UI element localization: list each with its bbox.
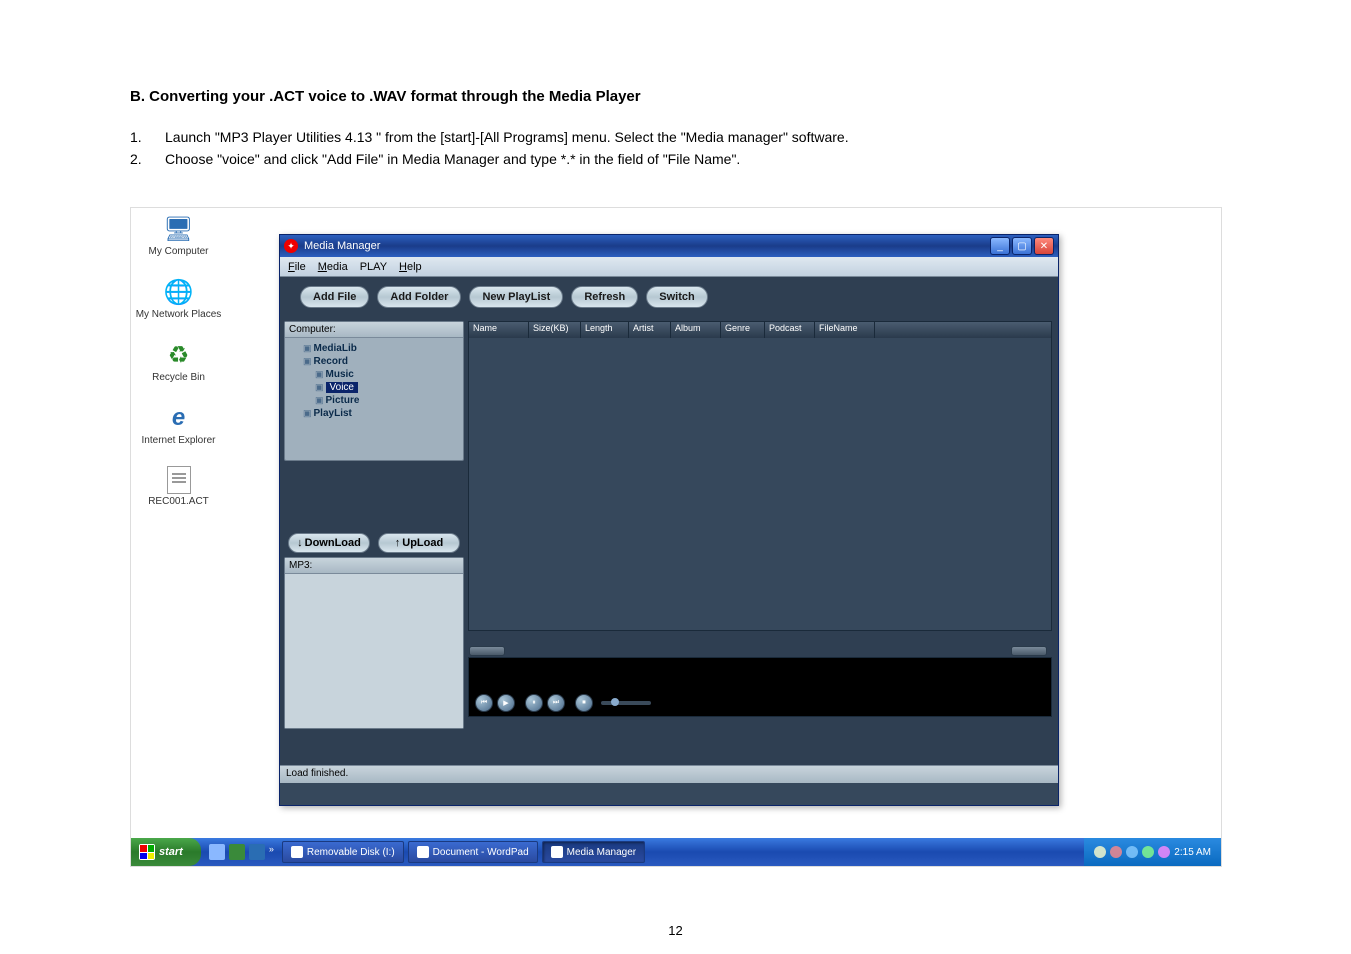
desktop-icon-my-computer[interactable]: 🖥 My Computer xyxy=(131,214,226,257)
taskbar-item-icon xyxy=(417,846,429,858)
step-text: Launch "MP3 Player Utilities 4.13 " from… xyxy=(165,129,849,145)
column-header[interactable]: Name xyxy=(469,322,529,338)
taskbar: start » Removable Disk (I:) Document - Wo… xyxy=(131,838,1221,866)
tray-icon[interactable] xyxy=(1110,846,1122,858)
add-file-button[interactable]: Add File xyxy=(300,286,369,308)
taskbar-item[interactable]: Removable Disk (I:) xyxy=(282,841,404,863)
taskbar-item-icon xyxy=(291,846,303,858)
player-bar: ⏮ ▶ ⏸ ⏭ ⏹ xyxy=(468,657,1052,717)
media-manager-window: ✦ Media Manager _ ▢ ✕ File Media PLAY He… xyxy=(279,234,1059,806)
step-1: 1. Launch "MP3 Player Utilities 4.13 " f… xyxy=(130,129,1221,145)
file-icon xyxy=(167,466,191,494)
system-tray: 2:15 AM xyxy=(1084,838,1221,866)
tree-medialib[interactable]: ▣MediaLib xyxy=(291,342,457,355)
column-header[interactable]: Album xyxy=(671,322,721,338)
windows-logo-icon xyxy=(139,844,155,860)
tray-clock: 2:15 AM xyxy=(1174,847,1211,858)
file-list-header: NameSize(KB)LengthArtistAlbumGenrePodcas… xyxy=(469,322,1051,338)
down-arrow-icon: ↓ xyxy=(297,537,303,549)
page-number: 12 xyxy=(0,923,1351,938)
taskbar-item-label: Removable Disk (I:) xyxy=(307,847,395,858)
file-list: NameSize(KB)LengthArtistAlbumGenrePodcas… xyxy=(468,321,1052,631)
computer-panel: Computer: ▣MediaLib ▣Record ▣Music ▣Voic… xyxy=(284,321,464,461)
menu-media[interactable]: Media xyxy=(318,261,348,273)
new-playlist-button[interactable]: New PlayList xyxy=(469,286,563,308)
window-titlebar[interactable]: ✦ Media Manager _ ▢ ✕ xyxy=(280,235,1058,257)
next-button[interactable]: ⏭ xyxy=(547,694,565,712)
minimize-button[interactable]: _ xyxy=(990,237,1010,255)
section-heading: B. Converting your .ACT voice to .WAV fo… xyxy=(130,88,1221,105)
embedded-screenshot: 🖥 My Computer 🌐 My Network Places ♻ Recy… xyxy=(130,207,1222,867)
step-text: Choose "voice" and click "Add File" in M… xyxy=(165,151,740,167)
folder-tree: ▣MediaLib ▣Record ▣Music ▣Voice ▣Picture… xyxy=(285,338,463,460)
taskbar-item-label: Media Manager xyxy=(567,847,636,858)
computer-icon: 🖥 xyxy=(164,214,194,244)
column-header[interactable]: Podcast xyxy=(765,322,815,338)
menu-play[interactable]: PLAY xyxy=(360,261,387,273)
column-header[interactable]: Genre xyxy=(721,322,765,338)
tree-picture[interactable]: ▣Picture xyxy=(291,394,457,407)
tray-icon[interactable] xyxy=(1126,846,1138,858)
start-button[interactable]: start xyxy=(131,838,201,866)
computer-panel-header: Computer: xyxy=(285,322,463,338)
column-header[interactable]: Size(KB) xyxy=(529,322,581,338)
desktop-icon-rec001-act[interactable]: REC001.ACT xyxy=(131,466,226,507)
taskbar-item-icon xyxy=(551,846,563,858)
taskbar-item[interactable]: Media Manager xyxy=(542,841,645,863)
step-num: 2. xyxy=(130,151,165,167)
menu-help[interactable]: Help xyxy=(399,261,422,273)
taskbar-item[interactable]: Document - WordPad xyxy=(408,841,538,863)
switch-button[interactable]: Switch xyxy=(646,286,707,308)
mp3-panel-body xyxy=(285,574,463,728)
download-button[interactable]: ↓DownLoad xyxy=(288,533,370,553)
desktop-icon-my-network-places[interactable]: 🌐 My Network Places xyxy=(131,277,226,320)
status-bar: Load finished. xyxy=(280,765,1058,783)
mp3-panel: MP3: xyxy=(284,557,464,729)
menu-bar: File Media PLAY Help xyxy=(280,257,1058,277)
play-button[interactable]: ▶ xyxy=(497,694,515,712)
tray-icon[interactable] xyxy=(1094,846,1106,858)
refresh-button[interactable]: Refresh xyxy=(571,286,638,308)
quick-launch-more[interactable]: » xyxy=(269,844,274,860)
desktop-icon-recycle-bin[interactable]: ♻ Recycle Bin xyxy=(131,340,226,383)
maximize-button[interactable]: ▢ xyxy=(1012,237,1032,255)
tree-playlist[interactable]: ▣PlayList xyxy=(291,407,457,420)
close-button[interactable]: ✕ xyxy=(1034,237,1054,255)
tray-icon[interactable] xyxy=(1142,846,1154,858)
step-2: 2. Choose "voice" and click "Add File" i… xyxy=(130,151,1221,167)
up-arrow-icon: ↑ xyxy=(395,537,401,549)
taskbar-item-label: Document - WordPad xyxy=(433,847,529,858)
player-handle-right[interactable] xyxy=(1011,646,1047,656)
tree-voice[interactable]: ▣Voice xyxy=(291,381,457,394)
tray-icon[interactable] xyxy=(1158,846,1170,858)
stop-button[interactable]: ⏹ xyxy=(575,694,593,712)
column-header[interactable]: Artist xyxy=(629,322,671,338)
ie-icon: e xyxy=(164,403,194,433)
window-title: Media Manager xyxy=(304,240,990,252)
quick-launch-icon[interactable] xyxy=(229,844,245,860)
file-list-body xyxy=(469,338,1051,630)
tree-record[interactable]: ▣Record xyxy=(291,355,457,368)
recycle-icon: ♻ xyxy=(164,340,194,370)
upload-button[interactable]: ↑UpLoad xyxy=(378,533,460,553)
toolbar: Add File Add Folder New PlayList Refresh… xyxy=(280,277,1058,317)
menu-file[interactable]: File xyxy=(288,261,306,273)
mp3-panel-header: MP3: xyxy=(285,558,463,574)
network-icon: 🌐 xyxy=(164,277,194,307)
step-num: 1. xyxy=(130,129,165,145)
desktop-icon-internet-explorer[interactable]: e Internet Explorer xyxy=(131,403,226,446)
volume-slider[interactable] xyxy=(601,701,651,705)
column-header[interactable]: FileName xyxy=(815,322,875,338)
quick-launch-icon[interactable] xyxy=(249,844,265,860)
app-icon: ✦ xyxy=(284,239,298,253)
add-folder-button[interactable]: Add Folder xyxy=(377,286,461,308)
tree-music[interactable]: ▣Music xyxy=(291,368,457,381)
column-header[interactable]: Length xyxy=(581,322,629,338)
player-handle-left[interactable] xyxy=(469,646,505,656)
windows-desktop: 🖥 My Computer 🌐 My Network Places ♻ Recy… xyxy=(131,208,1221,866)
pause-button[interactable]: ⏸ xyxy=(525,694,543,712)
quick-launch-icon[interactable] xyxy=(209,844,225,860)
prev-button[interactable]: ⏮ xyxy=(475,694,493,712)
